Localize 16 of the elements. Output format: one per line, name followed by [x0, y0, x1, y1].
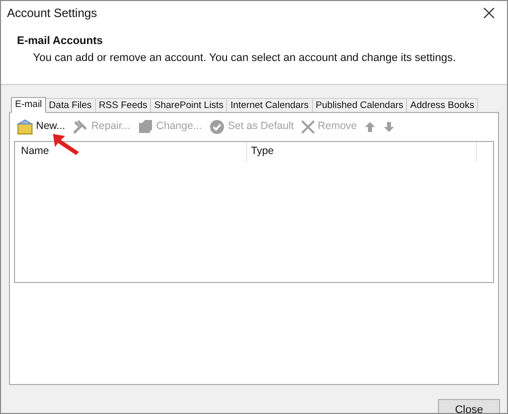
- section-description: You can add or remove an account. You can select an account and change its settings.: [32, 50, 457, 66]
- column-header[interactable]: Type: [247, 142, 477, 162]
- arrow-up-icon: [364, 121, 376, 133]
- mailbox-icon: [17, 119, 33, 135]
- checkmark-icon: [208, 119, 225, 135]
- card-icon: [137, 119, 154, 135]
- window-title: Account Settings: [7, 5, 98, 22]
- tools-icon: [72, 119, 88, 135]
- section-title: E-mail Accounts: [17, 34, 104, 49]
- arrow-down-icon: [382, 121, 395, 133]
- toolbar-button[interactable]: New...: [17, 119, 66, 135]
- close-button[interactable]: Close: [438, 399, 500, 413]
- tab[interactable]: E-mail: [11, 97, 46, 113]
- pointer-arrow: [51, 132, 81, 156]
- close-icon: [300, 120, 315, 134]
- close-icon[interactable]: [481, 5, 497, 21]
